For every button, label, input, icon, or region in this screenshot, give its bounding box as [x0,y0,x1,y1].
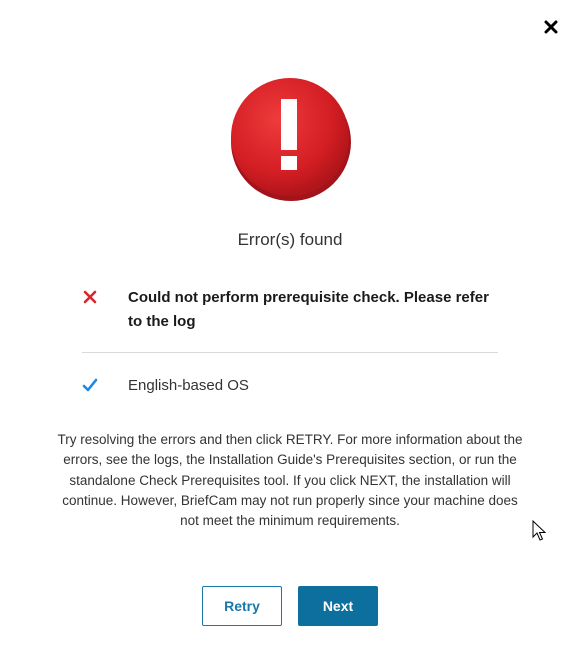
mouse-cursor-icon [532,520,546,541]
x-icon [83,290,97,304]
check-item-label: Could not perform prerequisite check. Pl… [128,289,489,330]
divider [82,352,498,353]
check-item-label: English-based OS [128,377,249,394]
check-item-prerequisite-error: Could not perform prerequisite check. Pl… [82,286,502,334]
info-text: Try resolving the errors and then click … [57,432,523,529]
dialog-title: Error(s) found [237,230,343,249]
close-button[interactable] [540,16,562,38]
next-button[interactable]: Next [298,586,378,626]
close-icon [544,20,558,34]
checkmark-icon [82,378,98,392]
error-exclamation-icon [231,78,351,201]
check-item-english-os: English-based OS [82,374,502,398]
retry-button[interactable]: Retry [202,586,282,626]
